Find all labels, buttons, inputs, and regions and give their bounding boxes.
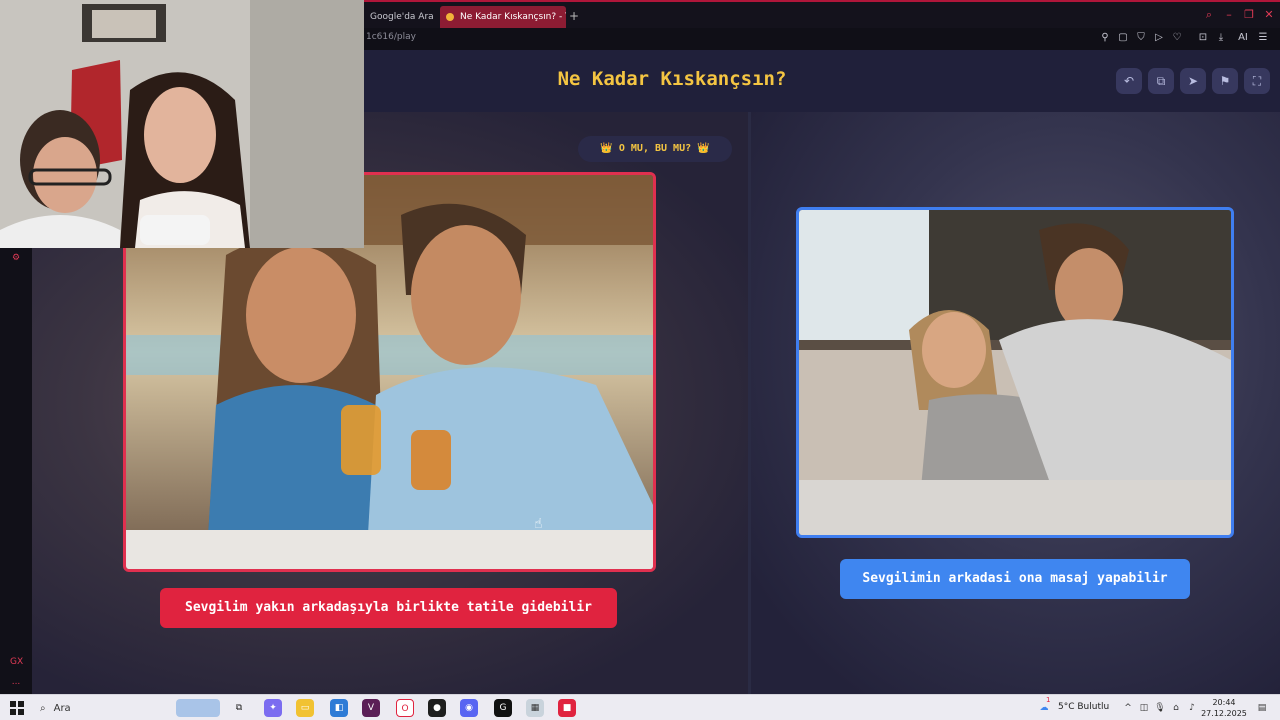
wallet-icon[interactable]: ⊡ [1196, 31, 1210, 45]
webcam-feed [0, 0, 364, 248]
play-icon[interactable]: ▷ [1152, 31, 1166, 45]
webcam-overlay [0, 0, 364, 248]
clock-date: 27.12.2025 [1201, 709, 1247, 718]
mouse-cursor-icon: ☝ [534, 516, 543, 532]
store-icon[interactable]: ◧ [330, 699, 348, 717]
task-view-icon[interactable]: ⧉ [230, 699, 248, 717]
send-button[interactable]: ➤ [1180, 68, 1206, 94]
mode-badge: 👑 O MU, BU MU? 👑 [578, 136, 732, 162]
screen: Google'da Ara Ne Kadar Kıskançsın? - Ti … [0, 0, 1280, 720]
fullscreen-button[interactable]: ⛶ [1244, 68, 1270, 94]
search-tabs-icon[interactable]: ⌕ [1202, 8, 1216, 22]
url-text[interactable]: 1c616/play [366, 32, 416, 42]
snapshot-icon[interactable]: ▢ [1116, 31, 1130, 45]
more-icon[interactable]: ... [10, 676, 22, 688]
tab-favicon-icon [446, 13, 454, 21]
microphone-icon[interactable]: 🎙 [1154, 701, 1166, 715]
opera-gx-icon[interactable]: O [396, 699, 414, 717]
tab-google-search[interactable]: Google'da Ara [364, 6, 436, 28]
sofa-massage-photo [799, 210, 1231, 535]
clock[interactable]: 20:44 27.12.2025 [1196, 697, 1252, 719]
clock-time: 20:44 [1212, 698, 1236, 707]
option-right-button[interactable]: Sevgilimin arkadasi ona masaj yapabilir [840, 559, 1190, 599]
download-icon[interactable]: ⤓ [1214, 31, 1228, 45]
restore-icon[interactable]: ❐ [1242, 8, 1256, 22]
windows-start-icon[interactable] [10, 701, 24, 715]
pin-icon[interactable]: ⚲ [1098, 31, 1112, 45]
tab-label: Google'da Ara [370, 12, 434, 22]
search-icon: ⌕ [40, 702, 46, 714]
flag-button[interactable]: ⚑ [1212, 68, 1238, 94]
discord-icon[interactable]: ◉ [460, 699, 478, 717]
weather-badge: 1 [1046, 696, 1051, 704]
app-v-icon[interactable]: V [362, 699, 380, 717]
search-highlight-image[interactable] [176, 699, 220, 717]
browser-sidebar: ⚙ GX ... [0, 248, 32, 694]
settings-gear-icon[interactable]: ⚙ [10, 252, 22, 264]
app-dark-icon[interactable]: ● [428, 699, 446, 717]
app-g-icon[interactable]: G [494, 699, 512, 717]
tab-label: Ne Kadar Kıskançsın? - Ti [460, 12, 566, 22]
windows-taskbar: ⌕ Ara ⧉ ✦ ▭ ◧ V O ● ◉ G ▦ ■ ☁ 1 5°C Bulu… [0, 694, 1280, 720]
weather-text[interactable]: 5°C Bulutlu [1058, 702, 1109, 712]
file-explorer-icon[interactable]: ▭ [296, 699, 314, 717]
copilot-icon[interactable]: ✦ [264, 699, 282, 717]
notifications-icon[interactable]: ▤ [1256, 701, 1268, 715]
tray-chevron-icon[interactable]: ^ [1122, 701, 1134, 715]
new-tab-button[interactable]: + [567, 8, 581, 24]
heart-icon[interactable]: ♡ [1170, 31, 1184, 45]
app-red-icon[interactable]: ■ [558, 699, 576, 717]
minimize-icon[interactable]: – [1222, 8, 1236, 22]
option-left-button[interactable]: Sevgilim yakın arkadaşıyla birlikte tati… [160, 588, 617, 628]
network-icon[interactable]: ⌂ [1170, 701, 1182, 715]
menu-icon[interactable]: ☰ [1256, 31, 1270, 45]
game-title: Ne Kadar Kıskançsın? [557, 68, 787, 90]
tray-camera-icon[interactable]: ◫ [1138, 701, 1150, 715]
shield-icon[interactable]: ⛉ [1134, 31, 1148, 45]
center-divider [748, 112, 751, 694]
search-placeholder: Ara [53, 702, 71, 714]
ai-icon[interactable]: AI [1234, 31, 1252, 45]
photos-icon[interactable]: ▦ [526, 699, 544, 717]
tab-active-game[interactable]: Ne Kadar Kıskançsın? - Ti [440, 6, 566, 28]
close-window-icon[interactable]: ✕ [1262, 8, 1276, 22]
gx-badge[interactable]: GX [10, 656, 23, 668]
undo-button[interactable]: ↶ [1116, 68, 1142, 94]
option-right-card[interactable] [796, 207, 1234, 538]
share-button[interactable]: ⧉ [1148, 68, 1174, 94]
